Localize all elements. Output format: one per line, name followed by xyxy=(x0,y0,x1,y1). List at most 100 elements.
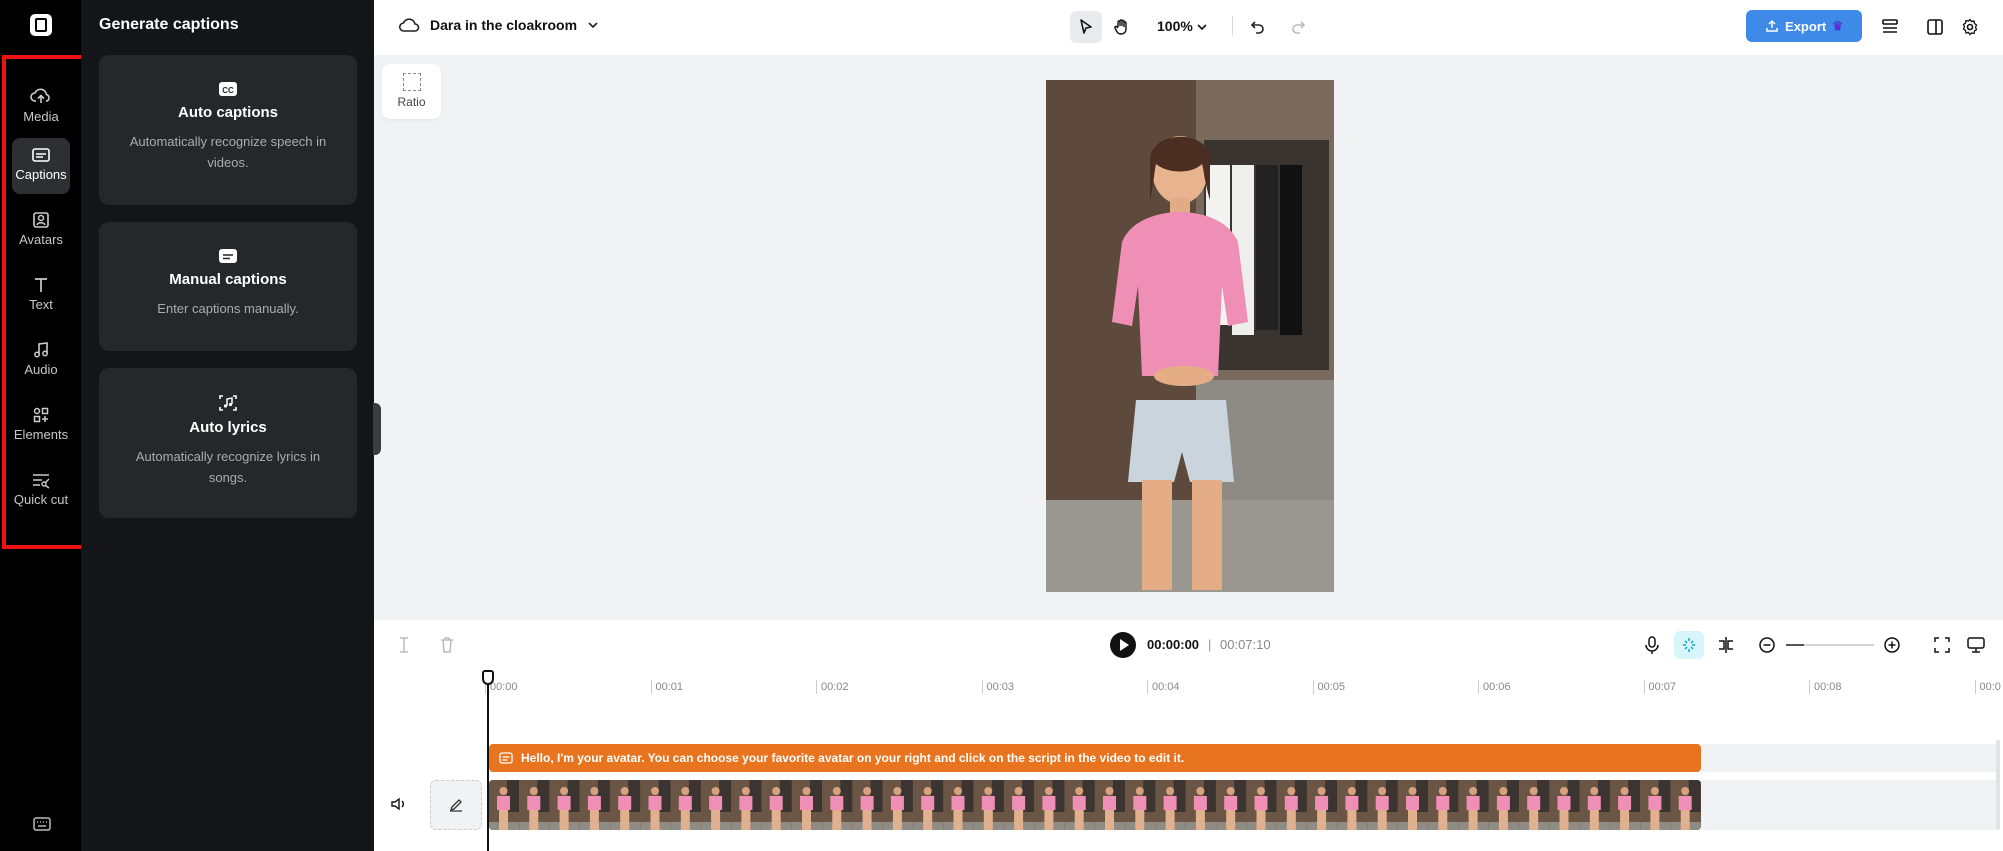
caption-track-empty xyxy=(1701,744,1996,772)
video-thumbnail xyxy=(1216,780,1247,830)
cloud-icon xyxy=(398,18,420,32)
app-logo[interactable] xyxy=(30,14,52,36)
project-name: Dara in the cloakroom xyxy=(430,17,578,33)
pencil-icon xyxy=(449,799,462,812)
elements-icon xyxy=(33,407,49,423)
upload-icon xyxy=(1766,19,1778,32)
rail-item-captions[interactable]: Captions xyxy=(12,138,70,194)
rail-label-text: Text xyxy=(29,297,53,312)
timeline[interactable]: 00:00 00:01 00:02 00:03 00:04 00:05 00:06 00:07… xyxy=(374,670,2003,851)
undo-button[interactable] xyxy=(1242,11,1274,43)
rail-item-elements[interactable]: Elements xyxy=(12,398,70,454)
split-clip-icon[interactable] xyxy=(1716,635,1736,655)
video-thumbnail xyxy=(1004,780,1035,830)
video-thumbnail xyxy=(1095,780,1125,830)
video-thumbnail xyxy=(852,780,883,830)
music-note-icon xyxy=(34,342,48,358)
video-thumbnail xyxy=(1125,780,1156,830)
auto-captions-card[interactable]: CC Auto captions Automatically recognize… xyxy=(99,55,357,205)
video-preview[interactable] xyxy=(1046,80,1334,592)
caption-clip[interactable]: Hello, I'm your avatar. You can choose y… xyxy=(489,744,1701,772)
video-thumbnail xyxy=(731,780,762,830)
play-button[interactable] xyxy=(1110,632,1136,658)
video-thumbnail xyxy=(913,780,944,830)
zoom-dropdown[interactable]: 100% xyxy=(1157,18,1207,34)
card-title-manual-captions: Manual captions xyxy=(169,271,287,288)
zoom-out-icon[interactable] xyxy=(1758,636,1776,654)
toolbar-divider xyxy=(1232,16,1233,36)
undo-icon xyxy=(1250,21,1264,34)
panel-collapse-handle[interactable] xyxy=(373,403,381,455)
card-desc-manual-captions: Enter captions manually. xyxy=(157,301,299,316)
video-thumbnail xyxy=(1034,780,1065,830)
hand-tool-button[interactable] xyxy=(1106,11,1138,43)
rail-item-text[interactable]: Text xyxy=(12,268,70,324)
cloud-upload-icon xyxy=(30,88,50,103)
fit-screen-icon[interactable] xyxy=(1933,636,1951,654)
playhead-handle[interactable] xyxy=(482,670,494,685)
volume-icon[interactable] xyxy=(390,796,408,812)
rail-item-quick-cut[interactable]: Quick cut xyxy=(12,463,70,529)
video-thumbnail xyxy=(1488,780,1519,830)
video-thumbnail xyxy=(1064,780,1095,830)
microphone-icon[interactable] xyxy=(1644,635,1660,655)
card-title-auto-captions: Auto captions xyxy=(178,104,278,121)
video-thumbnail xyxy=(761,780,792,830)
subtitle-icon xyxy=(219,249,237,263)
rail-item-avatars[interactable]: Avatars xyxy=(12,203,70,259)
auto-lyrics-card[interactable]: Auto lyrics Automatically recognize lyri… xyxy=(99,368,357,518)
avatar-icon xyxy=(33,212,49,228)
time-tick: 00:08 xyxy=(1809,680,1842,694)
export-label: Export xyxy=(1785,18,1827,34)
video-clip-thumbnails xyxy=(489,780,1701,830)
svg-text:CC: CC xyxy=(222,86,234,95)
video-thumbnail xyxy=(1670,780,1701,830)
ratio-button[interactable]: Ratio xyxy=(382,64,441,119)
captions-icon xyxy=(32,148,50,162)
zoom-in-icon[interactable] xyxy=(1883,636,1901,654)
lyrics-scan-icon xyxy=(219,395,237,411)
video-thumbnail xyxy=(1398,780,1428,830)
caption-clip-icon xyxy=(499,752,513,764)
select-tool-button[interactable] xyxy=(1070,11,1102,43)
video-clip[interactable] xyxy=(489,780,1701,830)
rail-item-media[interactable]: Media xyxy=(12,78,70,134)
preview-monitor-icon[interactable] xyxy=(1966,635,1986,655)
video-thumbnail xyxy=(1367,780,1398,830)
manual-captions-card[interactable]: Manual captions Enter captions manually. xyxy=(99,222,357,351)
card-desc-auto-lyrics: Automatically recognize lyrics in songs. xyxy=(135,449,321,485)
timeline-zoom-slider[interactable] xyxy=(1786,644,1874,646)
panel-layout-icon xyxy=(1927,19,1943,35)
video-thumbnail xyxy=(1276,780,1307,830)
rail-item-audio[interactable]: Audio xyxy=(12,333,70,389)
video-thumbnail xyxy=(1337,780,1368,830)
split-view-button[interactable] xyxy=(1919,11,1951,43)
gear-icon xyxy=(1962,18,1978,36)
ai-magic-button[interactable] xyxy=(1674,631,1704,659)
timeline-scrollbar[interactable] xyxy=(1996,740,2000,830)
video-thumbnail xyxy=(1458,780,1489,830)
rail-label-elements: Elements xyxy=(13,427,69,442)
redo-icon xyxy=(1292,21,1306,34)
export-button[interactable]: Export ♛ xyxy=(1746,10,1862,42)
video-thumbnail xyxy=(792,780,822,830)
ratio-icon xyxy=(402,73,421,91)
layers-button[interactable] xyxy=(1874,11,1906,43)
settings-button[interactable] xyxy=(1954,11,1986,43)
project-title-menu[interactable]: Dara in the cloakroom xyxy=(398,16,599,34)
keyboard-icon[interactable] xyxy=(32,816,52,832)
split-icon[interactable] xyxy=(396,636,412,654)
time-tick: 00:0 xyxy=(1974,680,2001,694)
time-tick: 00:07 xyxy=(1643,680,1676,694)
current-time: 00:00:00 xyxy=(1147,637,1200,652)
rail-label-media: Media xyxy=(23,109,59,124)
rail-label-avatars: Avatars xyxy=(19,232,63,247)
panel-title: Generate captions xyxy=(99,16,239,33)
video-thumbnail xyxy=(822,780,853,830)
video-thumbnail xyxy=(549,780,580,830)
time-tick: 00:06 xyxy=(1478,680,1511,694)
video-thumbnail xyxy=(489,780,519,830)
redo-button[interactable] xyxy=(1282,11,1314,43)
cover-edit-button[interactable] xyxy=(430,780,482,830)
trash-icon[interactable] xyxy=(439,636,455,654)
